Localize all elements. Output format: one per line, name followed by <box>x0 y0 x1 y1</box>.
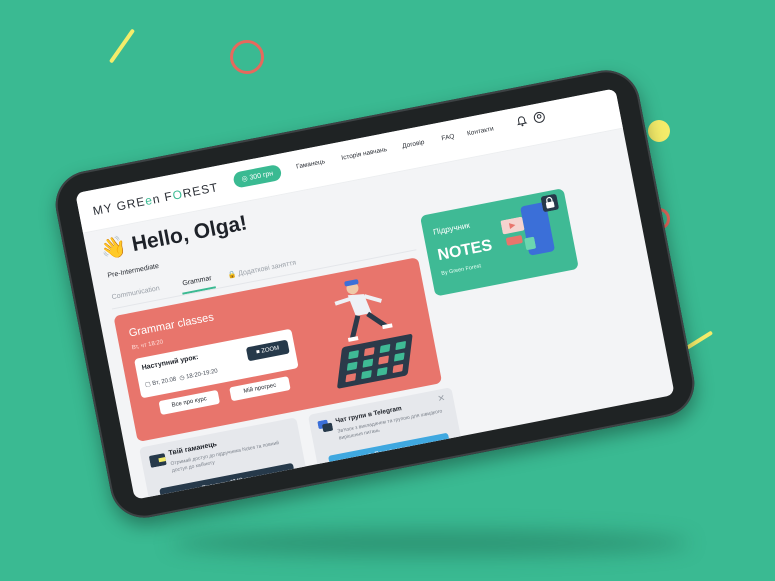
yellow-dot-decoration <box>648 120 670 142</box>
wallet-icon <box>149 453 167 468</box>
tab-extra-lessons[interactable]: 🔒 Додаткові заняття <box>227 259 297 280</box>
close-icon[interactable]: ✕ <box>437 393 447 405</box>
lock-icon: 🔒 <box>227 271 238 280</box>
clock-icon: ◷ <box>178 374 186 382</box>
nav-contacts[interactable]: Контакти <box>466 125 494 137</box>
calendar-icon: ▢ <box>144 381 152 389</box>
notes-title: NOTES <box>436 236 494 265</box>
nav-contract[interactable]: Договір <box>402 139 425 150</box>
grammar-schedule: Вт, чт 18:20 <box>131 339 164 352</box>
next-lesson-meta: ▢ Вт, 20.08 ◷ 18:20-19:20 <box>144 368 219 389</box>
video-camera-icon: ■ <box>255 349 261 356</box>
yellow-line-decoration <box>108 28 136 64</box>
grammar-card-title: Grammar classes <box>127 311 215 340</box>
tab-communication[interactable]: Communication <box>111 285 160 301</box>
chat-icon <box>317 419 333 433</box>
nav-study-history[interactable]: Історія навчань <box>341 146 388 162</box>
notes-textbook-card[interactable]: Підручник NOTES By Green Forest <box>419 188 579 297</box>
level-label: Pre-Intermediate <box>107 262 160 280</box>
user-circle-icon[interactable] <box>532 110 546 124</box>
telegram-icon: ➤ <box>367 452 374 460</box>
tablet-device: MY GREen FOREST ◎ 300 грн Гаманець Істор… <box>49 64 701 524</box>
app-screen: MY GREen FOREST ◎ 300 грн Гаманець Істор… <box>75 88 675 500</box>
bell-icon[interactable] <box>515 114 529 128</box>
wave-emoji: 👋 <box>98 234 129 263</box>
student-illustration <box>311 265 432 400</box>
wallet-balance-badge[interactable]: ◎ 300 грн <box>232 163 283 189</box>
nav-wallet[interactable]: Гаманець <box>296 158 326 170</box>
notes-byline: By Green Forest <box>440 263 482 277</box>
zoom-button[interactable]: ■ ZOOM <box>245 339 290 362</box>
lock-icon <box>540 194 559 212</box>
tablet-shadow <box>170 530 690 556</box>
brand-logo[interactable]: MY GREen FOREST <box>92 180 220 218</box>
tab-grammar[interactable]: Grammar <box>182 275 212 288</box>
course-info-button[interactable]: Все про курс <box>158 389 221 416</box>
next-lesson-label: Наступний урок: <box>141 353 200 372</box>
nav-faq[interactable]: FAQ <box>441 133 455 142</box>
my-progress-button[interactable]: Мій прогрес <box>229 376 291 402</box>
notes-subtitle: Підручник <box>432 220 471 237</box>
red-ring-decoration <box>230 40 264 74</box>
